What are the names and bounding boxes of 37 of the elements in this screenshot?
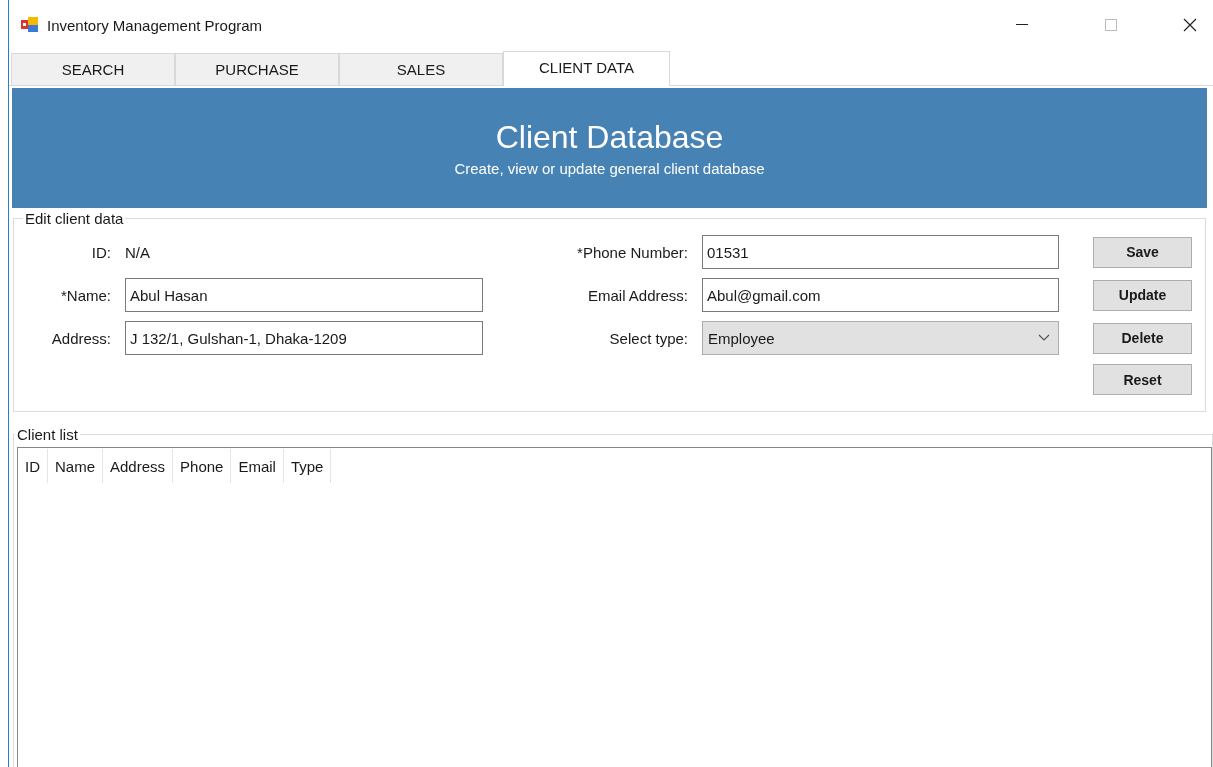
column-header[interactable]: Address xyxy=(103,449,174,483)
app-icon xyxy=(21,17,39,33)
field-value: N/A xyxy=(125,243,150,261)
banner-title: Client Database xyxy=(495,119,724,156)
action-button[interactable]: Delete xyxy=(1093,322,1192,354)
window-title: Inventory Management Program xyxy=(47,16,264,34)
tab[interactable]: CLIENT DATA xyxy=(503,51,670,86)
tab[interactable]: SALES xyxy=(339,53,503,85)
column-header[interactable]: Phone xyxy=(173,449,232,483)
type-dropdown[interactable]: Employee xyxy=(702,321,1059,355)
column-header[interactable]: ID xyxy=(18,449,48,483)
group-title: Client list xyxy=(16,426,79,443)
column-header[interactable]: Email xyxy=(231,449,284,483)
tab[interactable]: SEARCH xyxy=(11,53,175,85)
text-field[interactable]: 01531 xyxy=(702,235,1059,269)
action-button[interactable]: Save xyxy=(1093,236,1192,268)
tab[interactable]: PURCHASE xyxy=(175,53,339,85)
field-label: Email Address: xyxy=(587,286,688,304)
field-label: Select type: xyxy=(609,329,688,347)
column-header[interactable]: Name xyxy=(48,449,103,483)
maximize-icon xyxy=(1105,19,1117,31)
action-button[interactable]: Update xyxy=(1093,279,1192,311)
field-label: *Phone Number: xyxy=(577,243,688,261)
chevron-down-icon xyxy=(1038,334,1050,342)
group-title: Edit client data xyxy=(24,210,125,227)
field-label: ID: xyxy=(91,243,111,261)
minimize-icon xyxy=(1016,24,1028,26)
text-field[interactable]: J 132/1, Gulshan-1, Dhaka-1209 xyxy=(125,321,483,355)
text-field[interactable]: Abul Hasan xyxy=(125,278,483,312)
field-label: *Name: xyxy=(60,286,111,304)
client-list[interactable]: ID Name Address Phone Email Type xyxy=(17,447,1212,767)
banner-subtitle: Create, view or update general client database xyxy=(454,160,765,177)
text-field[interactable]: Abul@gmail.com xyxy=(702,278,1059,312)
close-icon xyxy=(1183,18,1197,32)
column-header[interactable]: Type xyxy=(283,449,332,483)
action-button[interactable]: Reset xyxy=(1093,364,1192,395)
field-label: Address: xyxy=(51,329,111,347)
